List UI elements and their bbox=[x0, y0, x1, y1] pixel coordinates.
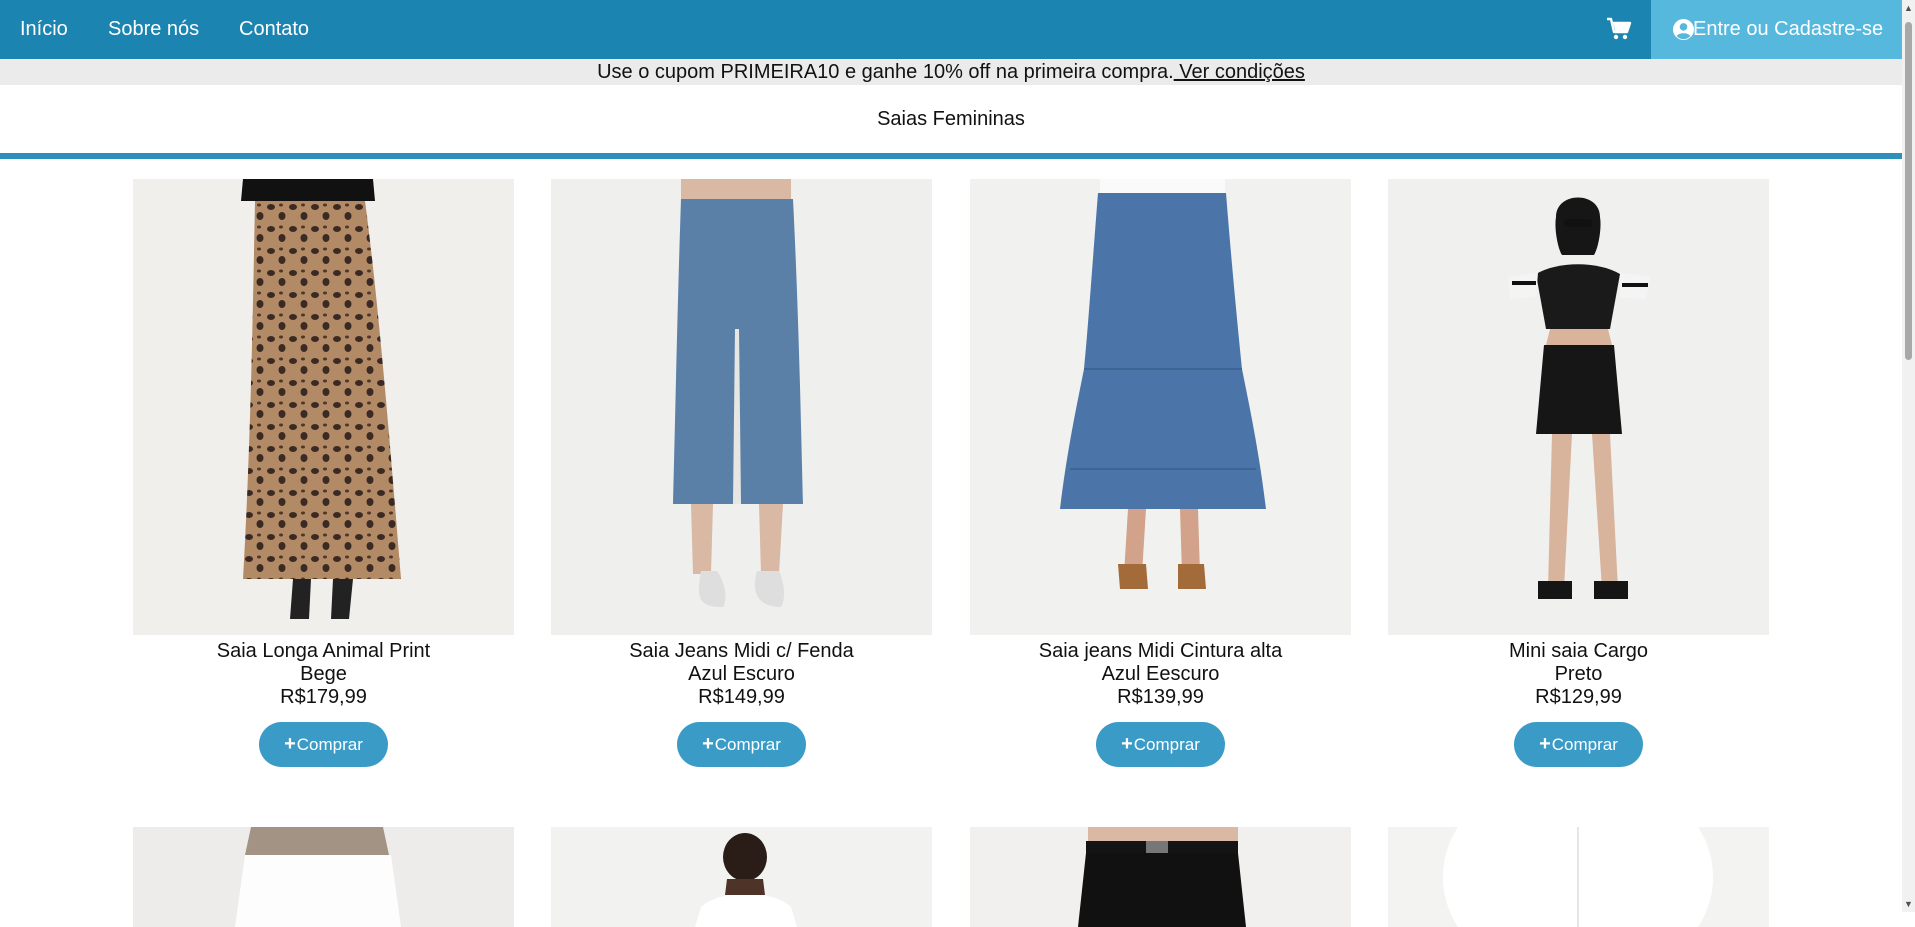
product-name: Saia jeans Midi Cintura alta bbox=[1038, 640, 1283, 662]
product-price: R$179,99 bbox=[280, 686, 367, 708]
promo-text: Use o cupom PRIMEIRA10 e ganhe 10% off n… bbox=[597, 61, 1174, 83]
product-image[interactable] bbox=[1388, 827, 1769, 927]
vertical-scrollbar[interactable]: ▲ ▼ bbox=[1902, 0, 1915, 912]
buy-button[interactable]: +Comprar bbox=[1514, 722, 1643, 767]
product-price: R$149,99 bbox=[698, 686, 785, 708]
nav-link-inicio[interactable]: Início bbox=[20, 17, 68, 41]
page-title: Saias Femininas bbox=[877, 108, 1025, 130]
product-name: Saia Longa Animal Print bbox=[216, 640, 431, 662]
buy-button[interactable]: +Comprar bbox=[259, 722, 388, 767]
login-register-button[interactable]: Entre ou Cadastre-se bbox=[1651, 0, 1902, 59]
product-name: Saia Jeans Midi c/ Fenda bbox=[629, 640, 854, 662]
nav-link-sobre-nos[interactable]: Sobre nós bbox=[108, 17, 199, 41]
promo-conditions-link[interactable]: Ver condições bbox=[1174, 61, 1305, 83]
plus-icon: + bbox=[1121, 733, 1133, 755]
top-navbar: Início Sobre nós Contato Entre ou Cadast… bbox=[0, 0, 1902, 59]
product-price: R$139,99 bbox=[1117, 686, 1204, 708]
product-color: Azul Escuro bbox=[688, 663, 795, 685]
promo-banner: Use o cupom PRIMEIRA10 e ganhe 10% off n… bbox=[0, 59, 1902, 85]
product-image[interactable] bbox=[970, 179, 1351, 635]
divider bbox=[0, 153, 1902, 159]
buy-button[interactable]: +Comprar bbox=[677, 722, 806, 767]
login-label: Entre ou Cadastre-se bbox=[1693, 18, 1884, 40]
product-color: Preto bbox=[1554, 663, 1603, 685]
shopping-cart-icon[interactable] bbox=[1606, 16, 1632, 42]
plus-icon: + bbox=[284, 733, 296, 755]
user-circle-icon bbox=[1673, 19, 1694, 40]
plus-icon: + bbox=[1539, 733, 1551, 755]
product-image[interactable] bbox=[133, 827, 514, 927]
nav-link-contato[interactable]: Contato bbox=[239, 17, 309, 41]
buy-button[interactable]: +Comprar bbox=[1096, 722, 1225, 767]
product-image[interactable] bbox=[551, 827, 932, 927]
scroll-up-arrow-icon[interactable]: ▲ bbox=[1904, 4, 1913, 13]
product-color: Bege bbox=[300, 663, 347, 685]
plus-icon: + bbox=[702, 733, 714, 755]
product-price: R$129,99 bbox=[1535, 686, 1622, 708]
scrollbar-thumb[interactable] bbox=[1905, 22, 1912, 360]
product-name: Mini saia Cargo bbox=[1509, 640, 1648, 662]
product-image[interactable] bbox=[1388, 179, 1769, 635]
product-color: Azul Eescuro bbox=[1101, 663, 1220, 685]
scroll-down-arrow-icon[interactable]: ▼ bbox=[1904, 900, 1913, 909]
product-image[interactable] bbox=[551, 179, 932, 635]
product-image[interactable] bbox=[970, 827, 1351, 927]
product-image[interactable] bbox=[133, 179, 514, 635]
